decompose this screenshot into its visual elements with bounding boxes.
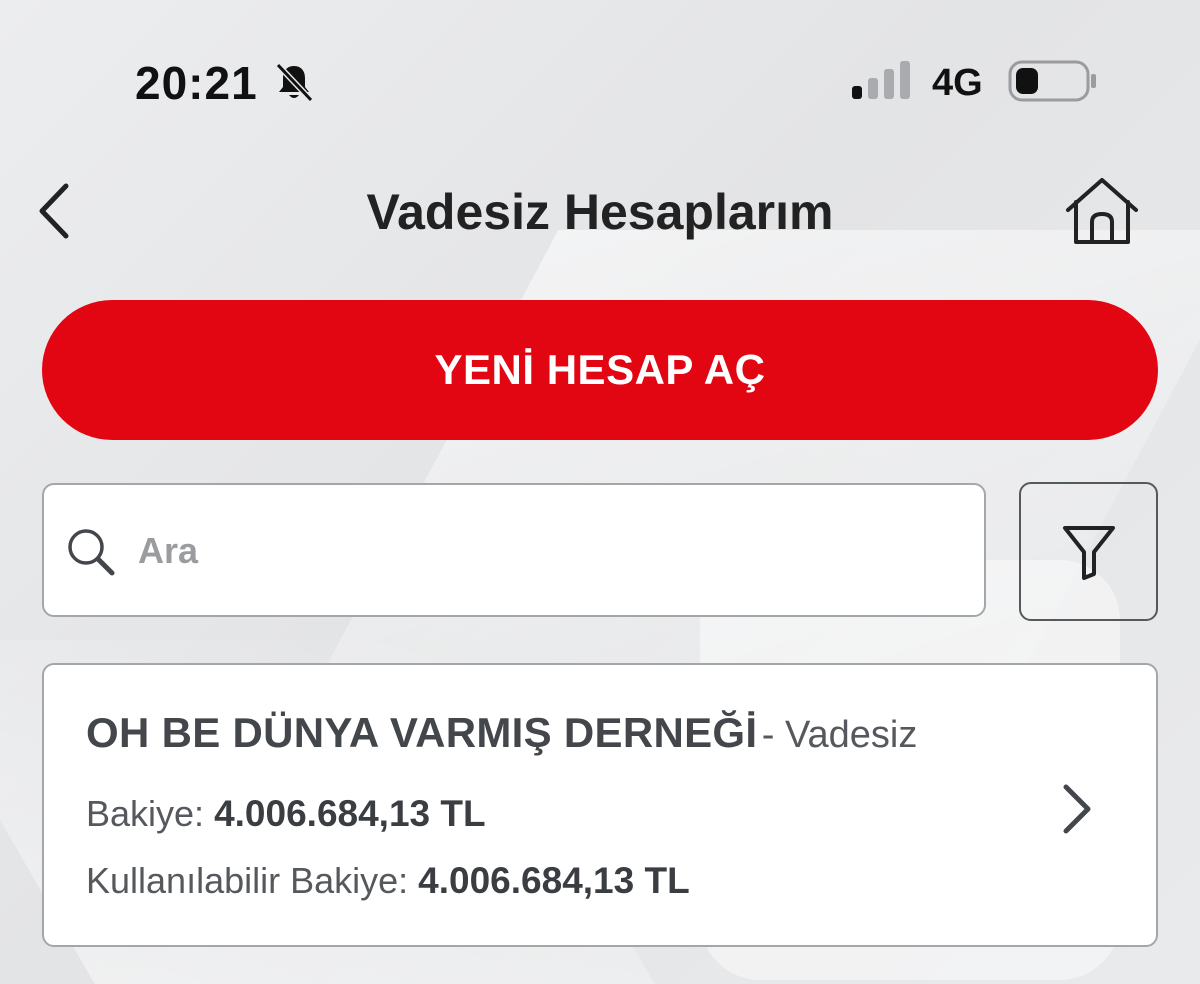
available-balance-value: 4.006.684,13 TL <box>418 860 690 901</box>
status-time: 20:21 <box>135 57 258 109</box>
filter-button[interactable] <box>1019 482 1158 621</box>
status-bar: 20:21 4G <box>0 0 1200 165</box>
bell-slash-icon <box>275 62 314 103</box>
page-title: Vadesiz Hesaplarım <box>366 184 834 240</box>
signal-icon <box>852 61 910 99</box>
search-icon <box>68 529 115 576</box>
balance-value: 4.006.684,13 TL <box>214 793 486 834</box>
home-button[interactable] <box>1062 172 1142 252</box>
available-balance-label: Kullanılabilir Bakiye: <box>86 860 409 901</box>
account-title-row: OH BE DÜNYA VARMIŞ DERNEĞİ - Vadesiz <box>86 709 917 757</box>
filter-icon <box>1062 525 1115 580</box>
search-box[interactable] <box>42 483 986 617</box>
home-icon <box>1066 178 1138 244</box>
account-type: - Vadesiz <box>761 714 918 756</box>
battery-icon <box>1008 60 1096 102</box>
network-label: 4G <box>932 62 983 104</box>
balance-label: Bakiye: <box>86 793 205 834</box>
balance-row: Bakiye: 4.006.684,13 TL <box>86 793 486 835</box>
account-card[interactable]: OH BE DÜNYA VARMIŞ DERNEĞİ - Vadesiz Bak… <box>42 663 1158 947</box>
chevron-right-icon <box>1063 784 1091 834</box>
search-input[interactable] <box>136 505 960 597</box>
new-account-button[interactable]: YENİ HESAP AÇ <box>42 300 1158 440</box>
account-name: OH BE DÜNYA VARMIŞ DERNEĞİ <box>86 709 758 756</box>
available-balance-row: Kullanılabilir Bakiye: 4.006.684,13 TL <box>86 860 690 902</box>
